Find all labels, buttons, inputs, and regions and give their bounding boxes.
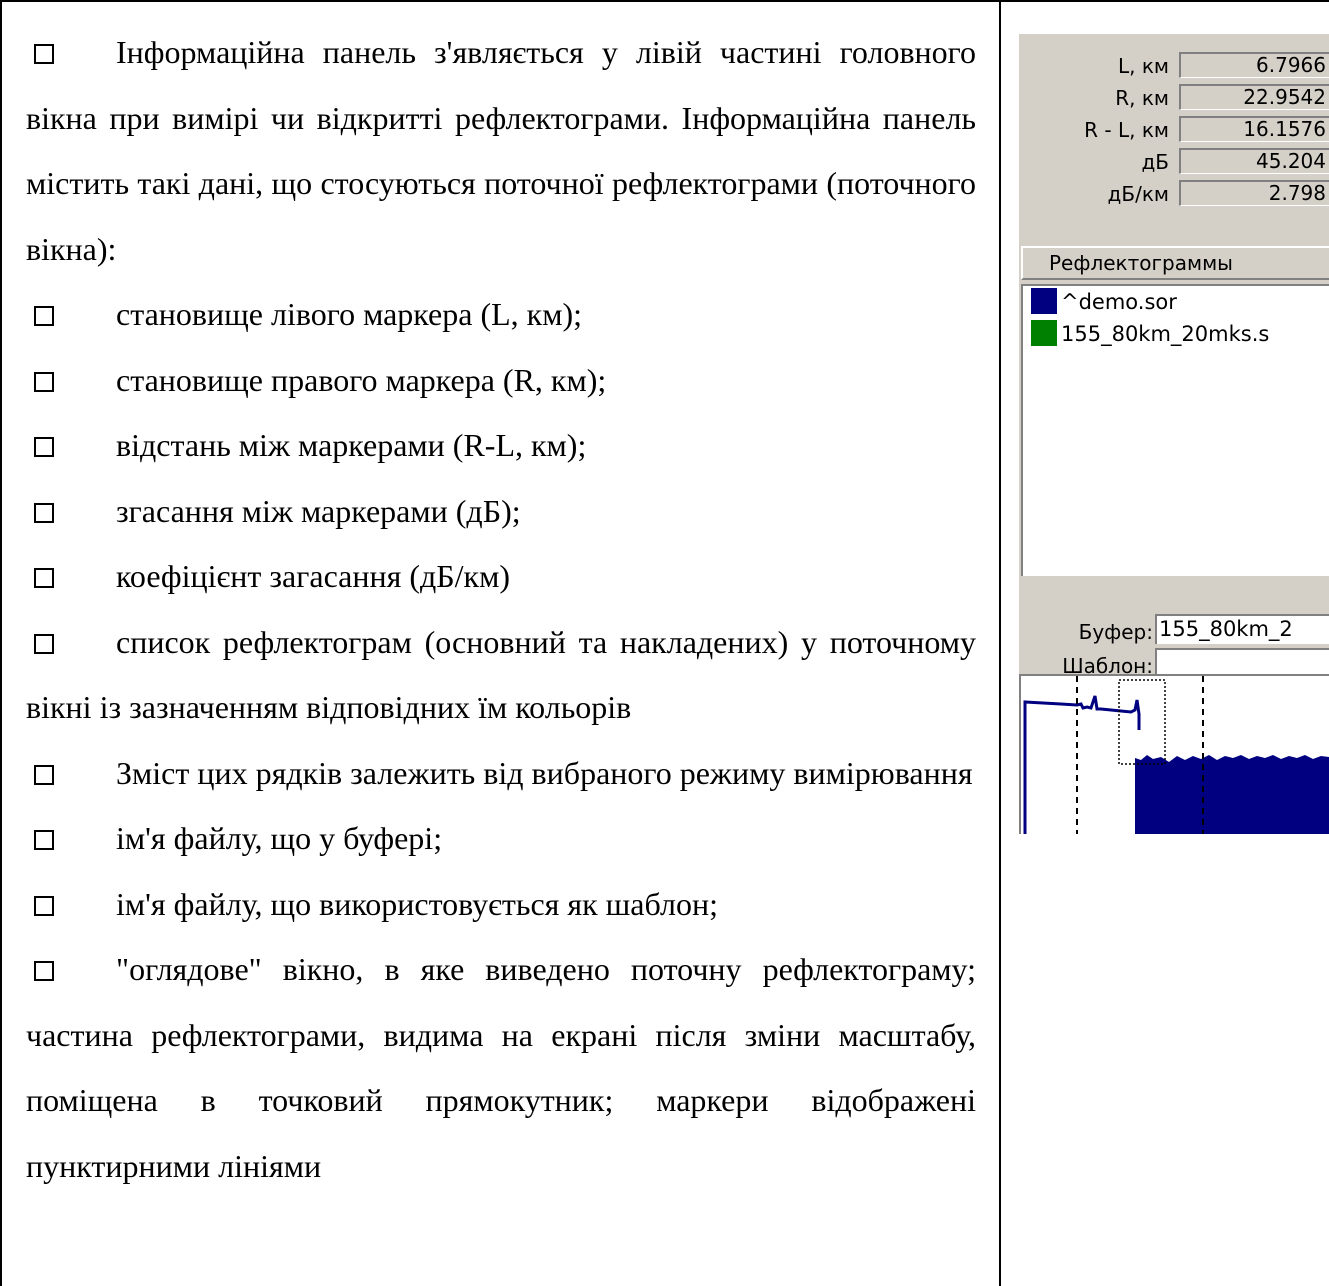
measurement-row-db-per-km: дБ/км 2.798 [1019, 176, 1329, 206]
checkbox-icon [34, 633, 54, 654]
checkbox-icon [34, 306, 54, 326]
measurement-value: 16.1576 [1179, 116, 1329, 142]
checkbox-icon [34, 437, 54, 457]
measurement-label: L, км [1117, 54, 1169, 78]
template-field[interactable] [1155, 648, 1329, 676]
list-item: ім'я файлу, що використовується як шабло… [26, 872, 976, 938]
list-item: список рефлектограм (основний та накладе… [26, 623, 976, 726]
measurement-value: 2.798 [1179, 180, 1329, 206]
list-item: "оглядове" вікно, в яке виведено поточну… [26, 951, 976, 1184]
color-swatch-icon [1031, 320, 1057, 346]
description-column: Інформаційна панель з'являється у лівій … [26, 20, 976, 1199]
overview-trace [1023, 676, 1329, 834]
measurement-row-l: L, км 6.7966 [1019, 48, 1329, 78]
checkbox-icon [34, 961, 54, 981]
list-item: згасання між маркерами (дБ); [26, 479, 976, 545]
reflectograms-list[interactable]: ^demo.sor 155_80km_20mks.s [1021, 284, 1329, 576]
list-item: коефіцієнт загасання (дБ/км) [26, 544, 976, 610]
checkbox-icon [34, 44, 54, 64]
list-item: Зміст цих рядків залежить від вибраного … [26, 741, 976, 807]
checkbox-icon [34, 830, 54, 850]
measurement-label: дБ/км [1107, 182, 1169, 206]
buffer-field[interactable]: 155_80km_2 [1155, 614, 1329, 644]
checkbox-icon [34, 568, 54, 588]
measurement-value: 22.9542 [1179, 84, 1329, 110]
column-divider [999, 0, 1001, 1286]
checkbox-icon [34, 502, 54, 523]
measurement-label: R - L, км [1084, 118, 1169, 142]
list-item: становище правого маркера (R, км); [26, 348, 976, 414]
list-item: відстань між маркерами (R-L, км); [26, 413, 976, 479]
color-swatch-icon [1031, 288, 1057, 314]
info-panel-screenshot: L, км 6.7966 R, км 22.9542 R - L, км 16.… [1019, 34, 1329, 834]
measurement-row-r-minus-l: R - L, км 16.1576 [1019, 112, 1329, 142]
checkbox-icon [34, 764, 54, 785]
measurement-row-r: R, км 22.9542 [1019, 80, 1329, 110]
measurement-value: 45.204 [1179, 148, 1329, 174]
measurement-value: 6.7966 [1179, 52, 1329, 78]
zoom-rectangle [1118, 679, 1166, 765]
list-item: Інформаційна панель з'являється у лівій … [26, 34, 976, 267]
list-item[interactable]: 155_80km_20mks.s [1031, 320, 1269, 348]
overview-window[interactable] [1019, 674, 1329, 834]
measurement-label: дБ [1141, 150, 1169, 174]
checkbox-icon [34, 895, 54, 916]
measurement-label: R, км [1115, 86, 1169, 110]
buffer-label: Буфер: [1078, 620, 1153, 644]
list-item[interactable]: ^demo.sor [1031, 288, 1177, 316]
list-item: становище лівого маркера (L, км); [26, 282, 976, 348]
list-item: ім'я файлу, що у буфері; [26, 806, 976, 872]
checkbox-icon [34, 371, 54, 392]
noise-floor [1135, 755, 1329, 834]
measurement-row-db: дБ 45.204 [1019, 144, 1329, 174]
reflectogram-trace [1023, 695, 1141, 834]
reflectograms-header: Рефлектограммы [1021, 246, 1329, 280]
